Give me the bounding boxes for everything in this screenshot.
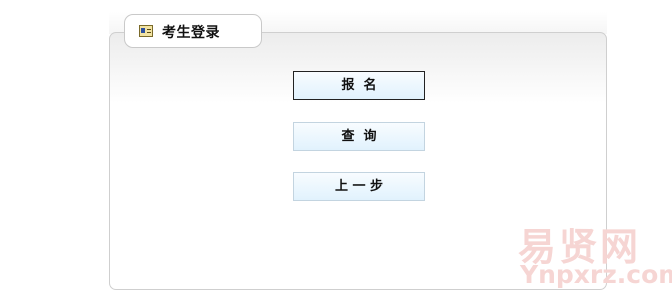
- query-button-label: 查 询: [341, 129, 377, 144]
- register-button-label: 报 名: [341, 78, 377, 93]
- query-button[interactable]: 查 询: [293, 122, 425, 151]
- id-card-icon: [139, 25, 153, 37]
- login-panel-header-tab: 考生登录: [124, 14, 262, 48]
- site-watermark: 易贤网 Ynpxrz.com: [518, 216, 672, 296]
- back-button-label: 上 一 步: [334, 179, 384, 194]
- register-button[interactable]: 报 名: [293, 71, 425, 100]
- watermark-latin: Ynpxrz.com: [520, 260, 672, 289]
- panel-title: 考生登录: [162, 25, 220, 41]
- back-button[interactable]: 上 一 步: [293, 172, 425, 201]
